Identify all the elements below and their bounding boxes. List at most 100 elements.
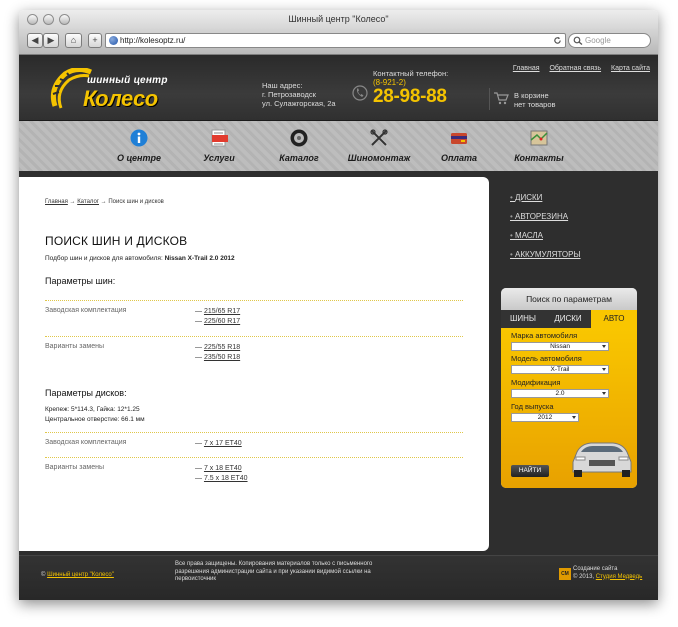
divider (45, 300, 463, 301)
nav-item-contacts[interactable]: Контакты (499, 121, 579, 171)
phone-block: (8-921-2) 28-98-88 (373, 78, 447, 107)
find-button[interactable]: НАЙТИ (511, 465, 549, 477)
divider (45, 336, 463, 337)
tire-replace-row: Варианты замены — 225/55 R18 — 235/50 R1… (45, 343, 463, 372)
back-button[interactable]: ◀ (27, 33, 43, 48)
parameter-search-title: Поиск по параметрам (501, 288, 637, 310)
breadcrumb: Главная → Каталог → Поиск шин и дисков (45, 199, 463, 205)
footer-copyright: © Шинный центр "Колесо" (41, 572, 114, 580)
parameter-form: Марка автомобиля Nissan Модель автомобил… (501, 328, 637, 488)
dash: — (195, 317, 202, 325)
browser-toolbar: ◀ ▶ ⌂ + http://kolesoptz.ru/ Google (19, 29, 658, 55)
studio-logo-icon: СМ (559, 568, 571, 580)
page-title: ПОИСК ШИН И ДИСКОВ (45, 234, 188, 248)
brand-label: Марка автомобиля (511, 331, 578, 340)
studio-link[interactable]: Студия Медведь (596, 574, 642, 580)
modification-label: Модификация (511, 378, 561, 387)
dash: — (195, 440, 202, 447)
sidebar-link-oils[interactable]: • МАСЛА (510, 231, 543, 240)
dash: — (195, 465, 202, 472)
nav-label-payment: Оплата (440, 153, 478, 163)
site-logo[interactable]: шинный центр Колесо (47, 64, 187, 116)
rights-line: первоисточник (175, 576, 217, 582)
parameter-tabs: ШИНЫ ДИСКИ АВТО (501, 310, 637, 328)
footer-home-link[interactable]: Шинный центр "Колесо" (47, 572, 114, 578)
sidebar-link-label: ДИСКИ (515, 193, 543, 202)
sidebar-link-batteries[interactable]: • АККУМУЛЯТОРЫ (510, 250, 581, 259)
tire-size-link[interactable]: 235/50 R18 (204, 354, 240, 361)
top-links: Главная Обратная связь Карта сайта (505, 65, 650, 72)
address-bar[interactable]: http://kolesoptz.ru/ (105, 33, 566, 48)
close-window-button[interactable] (27, 14, 38, 25)
disk-factory-row: Заводская комплектация — 7 x 17 ET40 (45, 439, 463, 457)
disks-heading: Параметры дисков: (45, 388, 127, 398)
nav-item-tire-service[interactable]: Шиномонтаж (339, 121, 419, 171)
link-sitemap[interactable]: Карта сайта (611, 65, 650, 72)
sidebar-link-tires[interactable]: • АВТОРЕЗИНА (510, 212, 568, 221)
content-panel: Главная → Каталог → Поиск шин и дисков П… (19, 177, 489, 551)
phone-number: 28-98-88 (373, 86, 447, 107)
disk-size-link[interactable]: 7 x 18 ET40 (204, 465, 242, 472)
site-header: шинный центр Колесо Наш адрес: г. Петроз… (19, 55, 658, 121)
minimize-window-button[interactable] (43, 14, 54, 25)
forward-button[interactable]: ▶ (43, 33, 59, 48)
phone-icon (352, 85, 368, 101)
dash: — (195, 344, 202, 351)
breadcrumb-catalog[interactable]: Каталог (77, 199, 99, 205)
tire-size-link[interactable]: 225/55 R18 (204, 344, 240, 351)
brand-select[interactable]: Nissan (511, 342, 609, 351)
sidebar-link-label: АВТОРЕЗИНА (515, 212, 569, 221)
year-select[interactable]: 2012 (511, 413, 579, 422)
model-value: X-Trail (550, 366, 570, 373)
main-nav: О центре Услуги Каталог Шиномонтаж Оплат… (19, 121, 658, 171)
address-city: г. Петрозаводск (262, 90, 316, 99)
nav-item-catalog[interactable]: Каталог (259, 121, 339, 171)
copyright-sign: © (41, 572, 46, 578)
tab-tires[interactable]: ШИНЫ (501, 310, 545, 328)
nav-item-about[interactable]: О центре (99, 121, 179, 171)
reload-icon[interactable] (553, 36, 562, 45)
phone-label: Контактный телефон: (373, 69, 449, 78)
rights-line: разрешения администрации сайта и при ука… (175, 568, 371, 575)
modification-value: 2.0 (555, 390, 565, 397)
breadcrumb-home[interactable]: Главная (45, 199, 68, 205)
cart-status: В корзине нет товаров (514, 91, 556, 109)
tire-factory-values: — 215/65 R17 — 225/60 R17 (195, 307, 240, 326)
breadcrumb-separator: → (100, 199, 107, 205)
disk-size-link[interactable]: 7 x 17 ET40 (204, 440, 242, 447)
dash: — (195, 308, 202, 315)
divider (45, 432, 463, 433)
chevron-down-icon (572, 416, 576, 419)
home-button[interactable]: ⌂ (65, 33, 82, 48)
address-label: Наш адрес: (262, 81, 303, 90)
cart-block[interactable]: В корзине нет товаров (489, 88, 639, 110)
tire-factory-label: Заводская комплектация (45, 307, 127, 314)
main-area: Главная → Каталог → Поиск шин и дисков П… (19, 177, 658, 555)
nav-label-tire-service: Шиномонтаж (347, 153, 411, 163)
map-icon (530, 130, 548, 146)
year-value: 2012 (537, 414, 553, 421)
add-bookmark-button[interactable]: + (88, 33, 102, 48)
link-home[interactable]: Главная (513, 65, 540, 72)
disk-info-line: Крепеж: 5*114.3, Гайка: 12*1.25 (45, 406, 140, 413)
tire-size-link[interactable]: 215/65 R17 (204, 308, 240, 315)
nav-item-services[interactable]: Услуги (179, 121, 259, 171)
cart-icon (494, 92, 509, 105)
sidebar-link-disks[interactable]: • ДИСКИ (510, 193, 542, 202)
logo-title: Колесо (83, 86, 158, 111)
brand-value: Nissan (550, 343, 570, 350)
link-feedback[interactable]: Обратная связь (549, 65, 601, 72)
disk-size-link[interactable]: 7.5 x 18 ET40 (204, 475, 248, 482)
search-field[interactable]: Google (568, 33, 651, 48)
tab-auto[interactable]: АВТО (591, 310, 637, 328)
modification-select[interactable]: 2.0 (511, 389, 609, 398)
model-select[interactable]: X-Trail (511, 365, 609, 374)
zoom-window-button[interactable] (59, 14, 70, 25)
address-block: Наш адрес: г. Петрозаводск ул. Сулажгорс… (262, 81, 336, 108)
tire-size-link[interactable]: 225/60 R17 (204, 318, 240, 325)
chevron-down-icon (602, 368, 606, 371)
address-url: http://kolesoptz.ru/ (120, 36, 186, 45)
tab-disks[interactable]: ДИСКИ (545, 310, 591, 328)
sidebar-link-label: АККУМУЛЯТОРЫ (515, 250, 581, 259)
nav-item-payment[interactable]: Оплата (419, 121, 499, 171)
